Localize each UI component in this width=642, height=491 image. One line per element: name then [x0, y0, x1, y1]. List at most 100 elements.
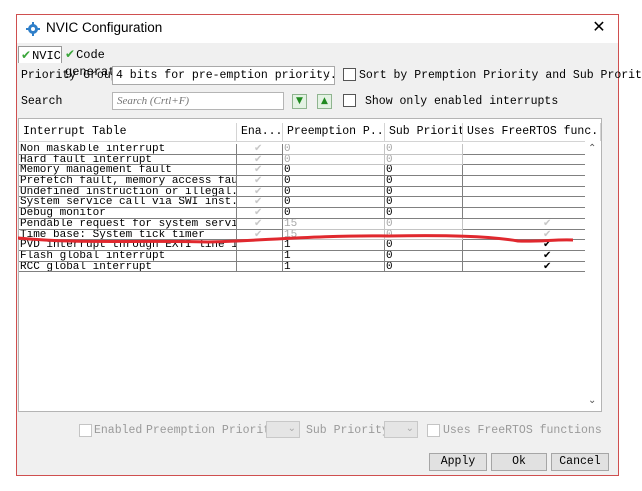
enabled-checkbox-cell[interactable]: ✔	[237, 218, 283, 230]
check-icon: ✔	[254, 176, 263, 187]
sub-priority-cell[interactable]: 0	[385, 250, 463, 262]
cancel-button[interactable]: Cancel	[551, 453, 609, 471]
interrupt-name: Flash global interrupt	[19, 250, 237, 262]
interrupt-table: Interrupt Table Ena... Preemption P... S…	[18, 118, 602, 412]
column-header-interrupt[interactable]: Interrupt Table	[19, 123, 237, 141]
enabled-checkbox-cell[interactable]: ✔	[237, 176, 283, 187]
enabled-checkbox-cell[interactable]	[237, 250, 283, 262]
window-title: NVIC Configuration	[46, 20, 163, 35]
search-input[interactable]	[112, 92, 284, 110]
column-header-freertos[interactable]: Uses FreeRTOS func...	[463, 123, 601, 141]
check-icon: ✔	[254, 144, 263, 154]
freertos-checkbox-cell[interactable]: ✔	[463, 261, 601, 273]
enabled-checkbox-cell[interactable]: ✔	[237, 144, 283, 155]
preemption-priority-cell[interactable]: 0	[283, 165, 385, 177]
freertos-checkbox-cell[interactable]	[463, 208, 601, 219]
sub-priority-select[interactable]: ⌄	[384, 421, 418, 438]
table-row[interactable]: Memory management fault ✔ 0 0	[19, 165, 601, 177]
enabled-checkbox-cell[interactable]: ✔	[237, 186, 283, 198]
uses-freertos-label: Uses FreeRTOS functions	[443, 424, 602, 437]
sub-priority-cell[interactable]: 0	[385, 186, 463, 198]
freertos-checkbox-cell[interactable]	[463, 197, 601, 209]
table-row[interactable]: RCC global interrupt 1 0 ✔	[19, 261, 601, 273]
uses-freertos-checkbox[interactable]	[427, 424, 440, 437]
chevron-down-icon: ⌄	[405, 423, 414, 434]
scroll-down-icon[interactable]: ⌄	[588, 395, 596, 406]
show-enabled-checkbox[interactable]	[343, 94, 356, 107]
table-row[interactable]: Undefined instruction or illegal... ✔ 0 0	[19, 186, 601, 198]
table-row[interactable]: Hard fault interrupt ✔ 0 0	[19, 154, 601, 166]
preemption-priority-cell[interactable]: 1	[283, 261, 385, 273]
enabled-checkbox-cell[interactable]: ✔	[237, 165, 283, 177]
check-icon: ✔	[21, 48, 32, 62]
vertical-scrollbar[interactable]: ⌃ ⌄	[585, 141, 601, 411]
sub-priority-cell[interactable]: 0	[385, 208, 463, 219]
preemption-priority-cell[interactable]: 0	[283, 176, 385, 187]
check-icon: ✔	[254, 218, 263, 229]
close-icon[interactable]: ✕	[590, 18, 608, 36]
scroll-up-icon[interactable]: ⌃	[588, 143, 596, 154]
table-row[interactable]: Flash global interrupt 1 0 ✔	[19, 250, 601, 262]
preemption-priority-cell[interactable]: 0	[283, 154, 385, 166]
interrupt-name: Undefined instruction or illegal...	[19, 186, 237, 198]
arrow-down-icon[interactable]: ▼	[292, 94, 307, 109]
arrow-up-icon[interactable]: ▲	[317, 94, 332, 109]
enabled-checkbox-cell[interactable]: ✔	[237, 197, 283, 209]
enabled-checkbox-cell[interactable]: ✔	[237, 208, 283, 219]
check-icon: ✔	[543, 261, 552, 272]
priority-group-select[interactable]: 4 bits for pre-emption priority... ⌄	[112, 66, 335, 85]
sub-priority-cell[interactable]: 0	[385, 197, 463, 209]
preemption-priority-cell[interactable]: 15	[283, 218, 385, 230]
check-icon: ✔	[254, 154, 263, 165]
table-body: Non maskable interrupt ✔ 0 0 Hard fault inte…	[19, 144, 601, 273]
apply-button[interactable]: Apply	[429, 453, 487, 471]
sub-priority-cell[interactable]: 0	[385, 176, 463, 187]
freertos-checkbox-cell[interactable]	[463, 154, 601, 166]
column-header-sub-priority[interactable]: Sub Priority	[385, 123, 463, 141]
enabled-checkbox-cell[interactable]: ✔	[237, 154, 283, 166]
table-row[interactable]: Pendable request for system service ✔ 15 0 ✔	[19, 218, 601, 230]
check-icon: ✔	[254, 165, 263, 176]
interrupt-name: Memory management fault	[19, 165, 237, 177]
table-row[interactable]: Prefetch fault, memory access fault ✔ 0 0	[19, 176, 601, 187]
interrupt-name: Non maskable interrupt	[19, 144, 237, 155]
check-icon: ✔	[543, 218, 552, 229]
preemption-priority-select[interactable]: ⌄	[266, 421, 300, 438]
preemption-priority-cell[interactable]: 0	[283, 197, 385, 209]
check-icon: ✔	[254, 208, 263, 219]
preemption-priority-cell[interactable]: 0	[283, 144, 385, 155]
sub-priority-cell[interactable]: 0	[385, 165, 463, 177]
sub-priority-cell[interactable]: 0	[385, 144, 463, 155]
search-label: Search	[21, 95, 63, 108]
table-row[interactable]: System service call via SWI inst... ✔ 0 0	[19, 197, 601, 209]
freertos-checkbox-cell[interactable]	[463, 165, 601, 177]
ok-button[interactable]: Ok	[491, 453, 547, 471]
freertos-checkbox-cell[interactable]	[463, 186, 601, 198]
chevron-down-icon: ⌄	[322, 70, 331, 81]
enabled-checkbox-cell[interactable]	[237, 261, 283, 273]
enabled-checkbox[interactable]	[79, 424, 92, 437]
freertos-checkbox-cell[interactable]	[463, 144, 601, 155]
gear-chip-icon	[26, 22, 40, 36]
priority-group-label: Priority Group	[21, 69, 118, 82]
tab-code-generation[interactable]: ✔Code generation	[63, 46, 173, 79]
table-row[interactable]: Debug monitor ✔ 0 0	[19, 208, 601, 219]
tab-nvic[interactable]: ✔NVIC	[18, 46, 62, 63]
preemption-priority-cell[interactable]: 0	[283, 186, 385, 198]
column-header-enabled[interactable]: Ena...	[237, 123, 283, 141]
preemption-priority-label: Preemption Priority	[146, 424, 278, 437]
freertos-checkbox-cell[interactable]: ✔	[463, 250, 601, 262]
preemption-priority-cell[interactable]: 0	[283, 208, 385, 219]
sort-priority-checkbox[interactable]	[343, 68, 356, 81]
freertos-checkbox-cell[interactable]: ✔	[463, 218, 601, 230]
sub-priority-cell[interactable]: 0	[385, 261, 463, 273]
freertos-checkbox-cell[interactable]	[463, 176, 601, 187]
sub-priority-cell[interactable]: 0	[385, 218, 463, 230]
preemption-priority-cell[interactable]: 1	[283, 250, 385, 262]
sub-priority-label: Sub Priority	[306, 424, 389, 437]
interrupt-name: Pendable request for system service	[19, 218, 237, 230]
table-row[interactable]: Non maskable interrupt ✔ 0 0	[19, 144, 601, 155]
sub-priority-cell[interactable]: 0	[385, 154, 463, 166]
table-header: Interrupt Table Ena... Preemption P... S…	[19, 123, 601, 142]
column-header-preemption[interactable]: Preemption P...	[283, 123, 385, 141]
